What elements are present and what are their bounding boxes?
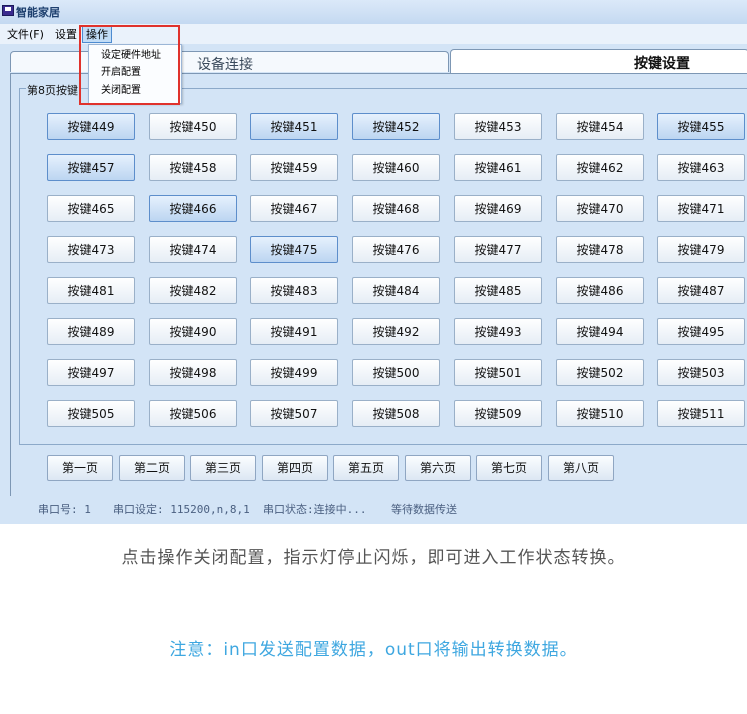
page-button[interactable]: 第四页 (262, 455, 328, 481)
key-button[interactable]: 按键479 (657, 236, 745, 263)
key-button[interactable]: 按键453 (454, 113, 542, 140)
key-button[interactable]: 按键486 (556, 277, 644, 304)
status-port-state: 串口状态:连接中... (263, 503, 367, 516)
annotation-highlight-box (79, 25, 180, 105)
key-button[interactable]: 按键454 (556, 113, 644, 140)
page-button[interactable]: 第六页 (405, 455, 471, 481)
key-button[interactable]: 按键491 (250, 318, 338, 345)
key-button[interactable]: 按键462 (556, 154, 644, 181)
key-button[interactable]: 按键452 (352, 113, 440, 140)
tab-label: 按键设置 (634, 56, 690, 72)
key-button[interactable]: 按键497 (47, 359, 135, 386)
key-settings-panel: 第8页按键 按键449 按键450 按键451 按键452 按键453 按键454 按键45… (10, 73, 747, 497)
key-button[interactable]: 按键450 (149, 113, 237, 140)
key-button[interactable]: 按键468 (352, 195, 440, 222)
key-button[interactable]: 按键482 (149, 277, 237, 304)
key-button[interactable]: 按键469 (454, 195, 542, 222)
key-button[interactable]: 按键511 (657, 400, 745, 427)
key-button[interactable]: 按键505 (47, 400, 135, 427)
key-button[interactable]: 按键510 (556, 400, 644, 427)
title-bar: 智能家居 (0, 0, 747, 24)
key-button[interactable]: 按键501 (454, 359, 542, 386)
page-button[interactable]: 第二页 (119, 455, 185, 481)
key-button[interactable]: 按键476 (352, 236, 440, 263)
status-port-settings: 串口设定: 115200,n,8,1 (113, 503, 250, 516)
key-group-frame (19, 88, 747, 445)
page-button[interactable]: 第一页 (47, 455, 113, 481)
key-button[interactable]: 按键460 (352, 154, 440, 181)
menu-file[interactable]: 文件(F) (4, 27, 47, 42)
key-button[interactable]: 按键471 (657, 195, 745, 222)
tab-key-settings[interactable]: 按键设置 (450, 49, 747, 74)
key-button[interactable]: 按键455 (657, 113, 745, 140)
key-button[interactable]: 按键474 (149, 236, 237, 263)
app-window: 智能家居 文件(F) 设置 操作 设备连接 按键设置 第8页按键 按键449 按键… (0, 0, 747, 524)
key-button[interactable]: 按键475 (250, 236, 338, 263)
key-button[interactable]: 按键461 (454, 154, 542, 181)
key-button[interactable]: 按键451 (250, 113, 338, 140)
tab-label: 设备连接 (197, 57, 253, 73)
key-button[interactable]: 按键465 (47, 195, 135, 222)
key-button[interactable]: 按键470 (556, 195, 644, 222)
key-button[interactable]: 按键507 (250, 400, 338, 427)
status-port: 串口号: 1 (38, 503, 91, 516)
key-button[interactable]: 按键478 (556, 236, 644, 263)
status-info: 等待数据传送 (391, 503, 457, 516)
key-group-title: 第8页按键 (26, 82, 79, 98)
key-button[interactable]: 按键500 (352, 359, 440, 386)
page-button[interactable]: 第七页 (476, 455, 542, 481)
status-bar: 串口号: 1 串口设定: 115200,n,8,1 串口状态:连接中... 等待… (0, 496, 747, 524)
key-button[interactable]: 按键506 (149, 400, 237, 427)
menu-settings[interactable]: 设置 (52, 27, 80, 42)
key-button[interactable]: 按键467 (250, 195, 338, 222)
key-button[interactable]: 按键502 (556, 359, 644, 386)
key-button[interactable]: 按键481 (47, 277, 135, 304)
key-button[interactable]: 按键484 (352, 277, 440, 304)
key-button[interactable]: 按键499 (250, 359, 338, 386)
key-button[interactable]: 按键457 (47, 154, 135, 181)
caption-instruction: 点击操作关闭配置，指示灯停止闪烁，即可进入工作状态转换。 (121, 548, 626, 568)
key-button[interactable]: 按键463 (657, 154, 745, 181)
key-button[interactable]: 按键508 (352, 400, 440, 427)
key-button[interactable]: 按键459 (250, 154, 338, 181)
key-button[interactable]: 按键449 (47, 113, 135, 140)
key-button[interactable]: 按键492 (352, 318, 440, 345)
key-button[interactable]: 按键483 (250, 277, 338, 304)
key-button[interactable]: 按键458 (149, 154, 237, 181)
key-button[interactable]: 按键503 (657, 359, 745, 386)
page-button[interactable]: 第五页 (333, 455, 399, 481)
window-title: 智能家居 (16, 6, 60, 19)
key-button[interactable]: 按键490 (149, 318, 237, 345)
key-button[interactable]: 按键498 (149, 359, 237, 386)
key-button[interactable]: 按键494 (556, 318, 644, 345)
key-button[interactable]: 按键495 (657, 318, 745, 345)
page-button[interactable]: 第三页 (190, 455, 256, 481)
key-button[interactable]: 按键487 (657, 277, 745, 304)
key-button[interactable]: 按键466 (149, 195, 237, 222)
key-button[interactable]: 按键509 (454, 400, 542, 427)
caption-note: 注意：in口发送配置数据，out口将输出转换数据。 (169, 640, 578, 660)
key-button[interactable]: 按键473 (47, 236, 135, 263)
key-button[interactable]: 按键477 (454, 236, 542, 263)
page-button[interactable]: 第八页 (548, 455, 614, 481)
key-button[interactable]: 按键489 (47, 318, 135, 345)
key-button[interactable]: 按键485 (454, 277, 542, 304)
tab-device-connection[interactable]: 设备连接 (10, 51, 449, 73)
key-button[interactable]: 按键493 (454, 318, 542, 345)
app-window-icon (2, 5, 14, 16)
